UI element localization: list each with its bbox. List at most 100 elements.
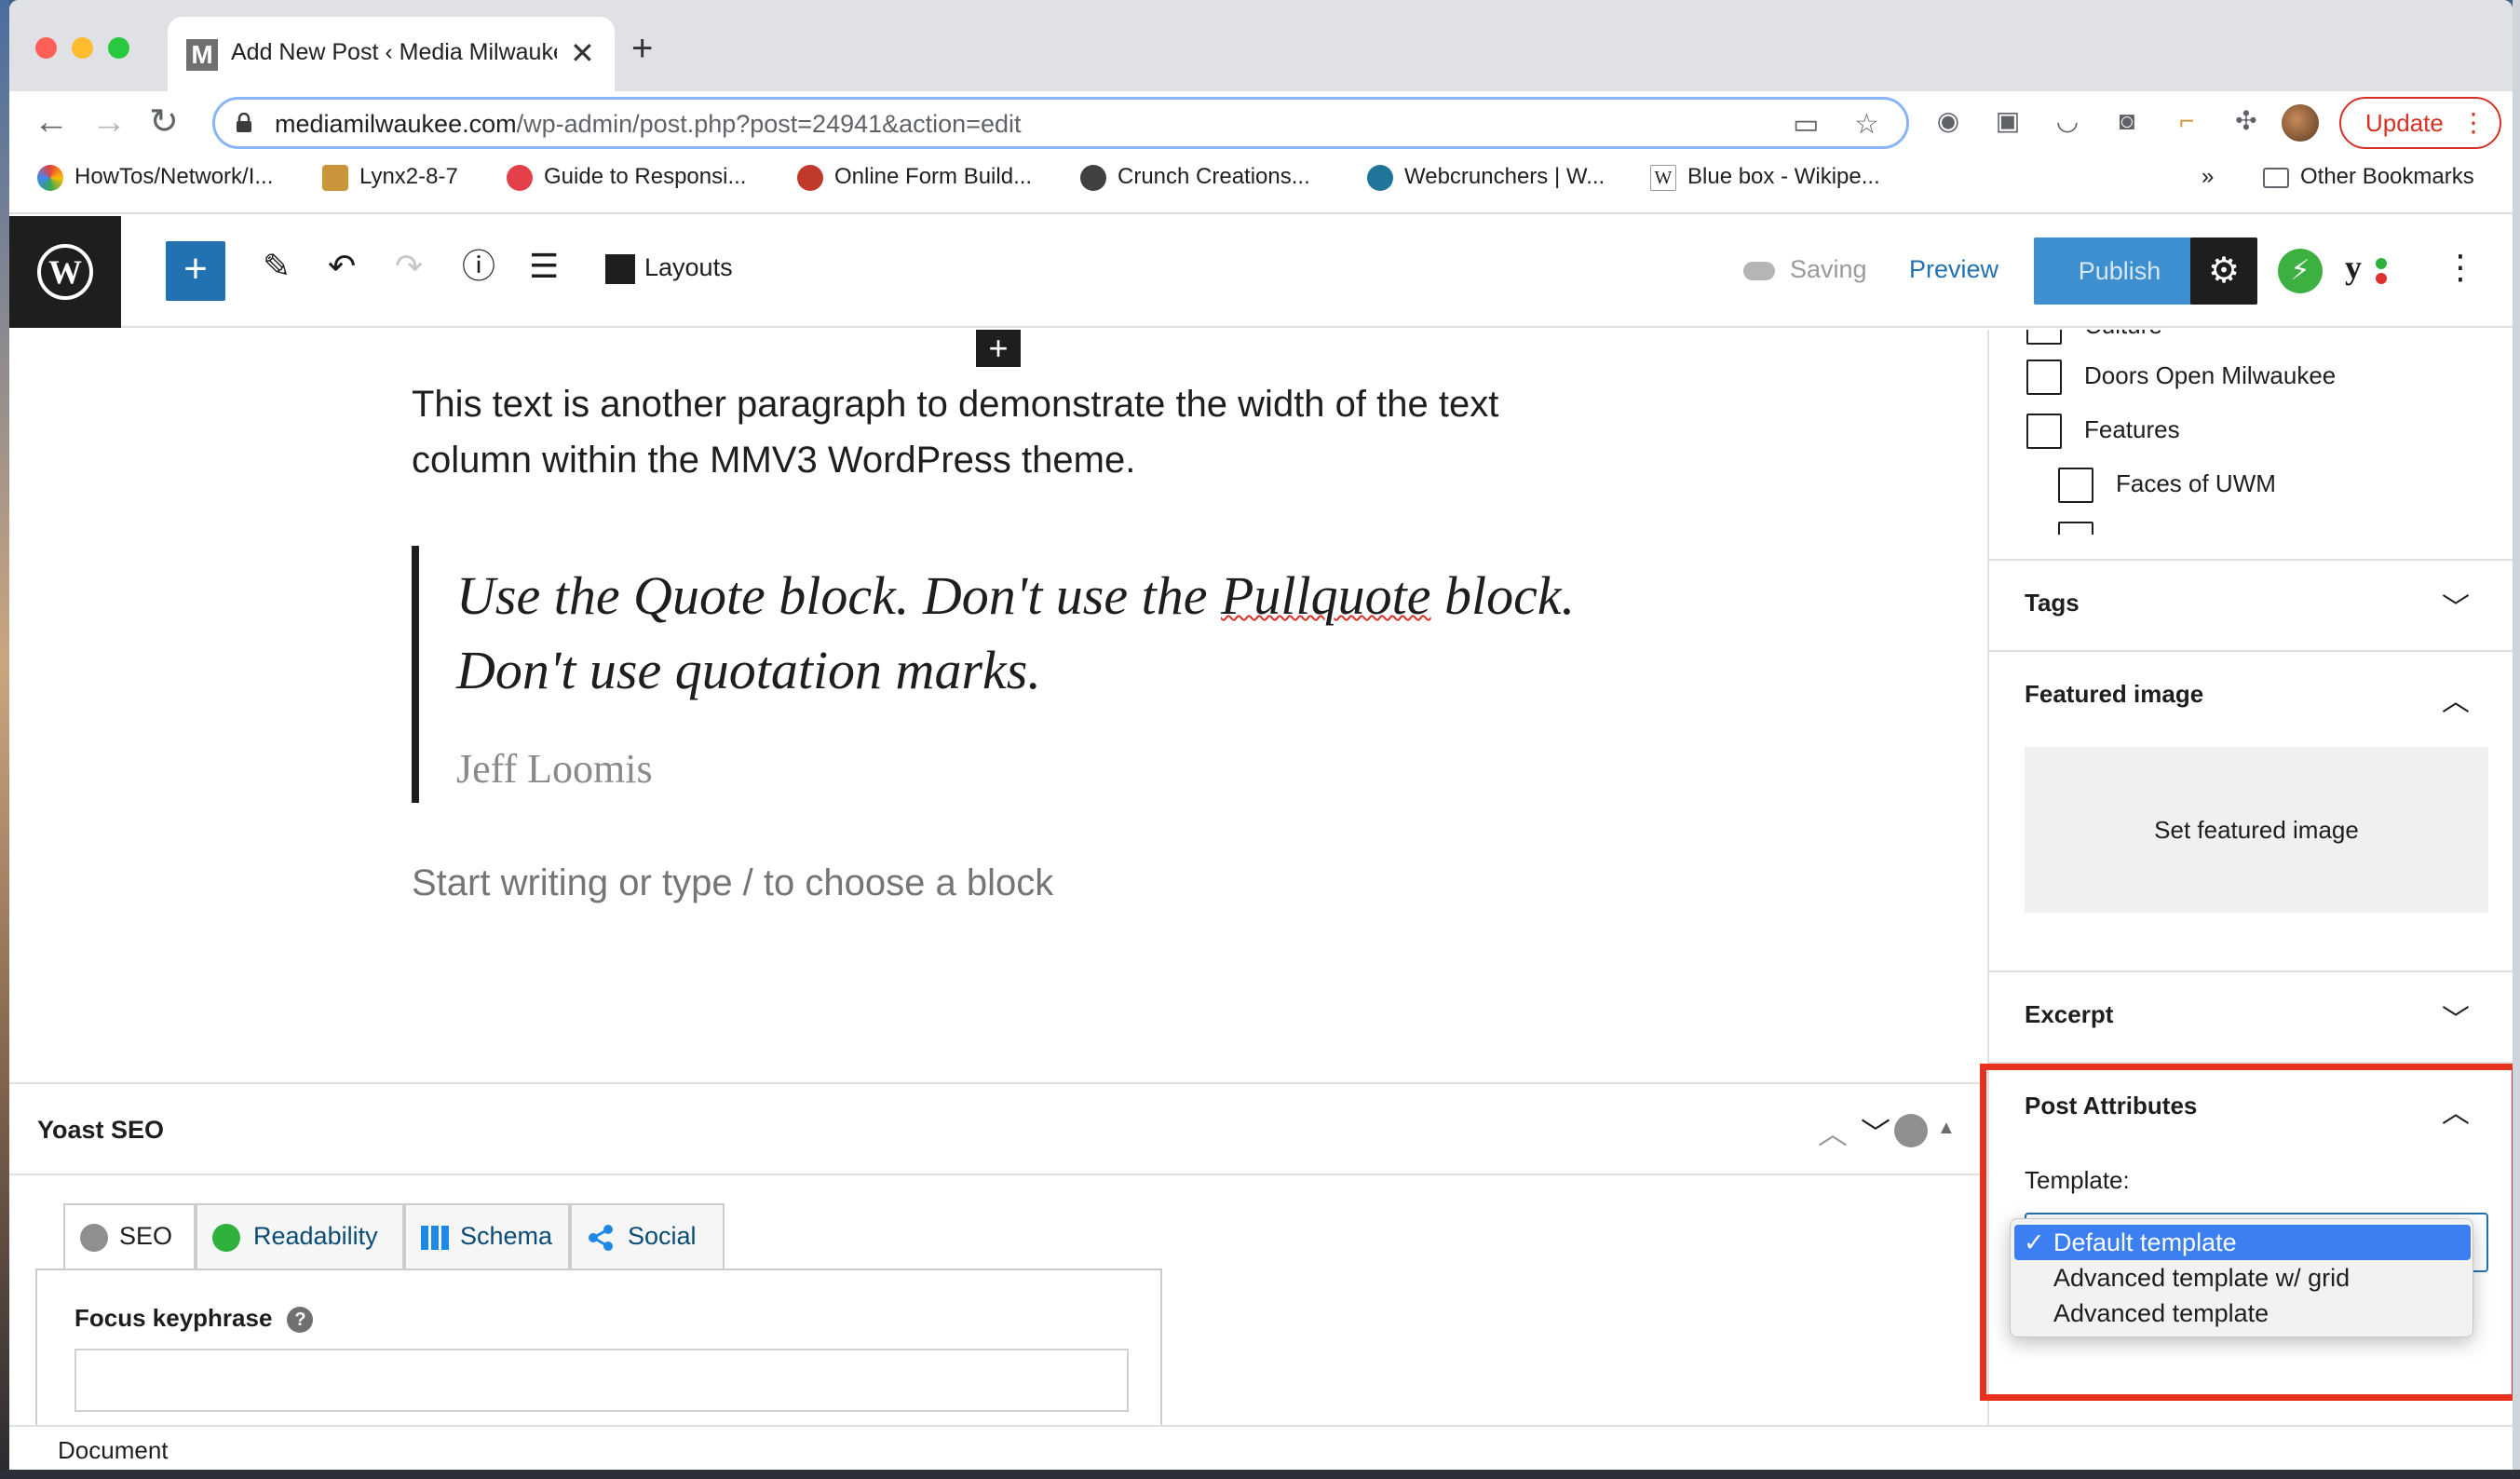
category-checkbox-features[interactable]: Features (2026, 414, 2180, 449)
panel-title-tags: Tags (2025, 589, 2080, 617)
url-text: mediamilwaukee.com/wp-admin/post.php?pos… (275, 110, 1022, 139)
tab-social[interactable]: Social (570, 1203, 725, 1269)
chevron-up-icon[interactable]: ︿ (2442, 678, 2470, 719)
back-arrow-icon[interactable]: ← (34, 104, 69, 140)
tab-schema[interactable]: Schema (404, 1203, 570, 1269)
bookmark-item[interactable]: Online Form Build... (797, 164, 1032, 191)
inline-inserter-button[interactable]: + (976, 330, 1021, 367)
tab-close-icon[interactable]: ✕ (570, 35, 595, 71)
bookmark-label: Crunch Creations... (1118, 164, 1310, 189)
yoast-seo-metabox: Yoast SEO ︿ ﹀ ▲ SEO Readability Schema S… (9, 1082, 1987, 1438)
panda-extension-icon[interactable]: ◉ (1933, 106, 1963, 136)
seo-score-icon (1894, 1114, 1928, 1147)
bookmark-star-icon[interactable]: ☆ (1854, 108, 1879, 141)
preview-button[interactable]: Preview (1909, 255, 1998, 284)
yoast-logo-icon[interactable]: y (2345, 248, 2362, 287)
breadcrumb-document[interactable]: Document (58, 1436, 169, 1465)
tab-readability[interactable]: Readability (196, 1203, 404, 1269)
checkbox[interactable] (2026, 360, 2062, 395)
tab-seo[interactable]: SEO (63, 1203, 196, 1270)
form-icon (797, 164, 823, 191)
other-bookmarks-label: Other Bookmarks (2300, 164, 2474, 189)
maximize-window-button[interactable] (108, 37, 129, 59)
block-placeholder[interactable]: Start writing or type / to choose a bloc… (412, 862, 1053, 904)
forward-arrow-icon[interactable]: → (91, 104, 127, 140)
grid-icon (421, 1225, 449, 1250)
update-label: Update (2365, 109, 2444, 137)
chevron-down-icon: ﹀ (2442, 593, 2470, 624)
bookmark-item[interactable]: W Blue box - Wikipe... (1650, 164, 1880, 191)
focus-keyphrase-label: Focus keyphrase? (75, 1304, 314, 1334)
bookmark-item[interactable]: Crunch Creations... (1080, 164, 1310, 191)
desktop-background-right (2513, 0, 2520, 1479)
list-view-icon[interactable]: ☰ (529, 250, 559, 283)
panel-excerpt[interactable]: Excerpt ﹀ (1989, 970, 2513, 1062)
info-icon[interactable]: ⓘ (462, 250, 495, 283)
help-question-icon[interactable]: ? (287, 1307, 314, 1334)
set-featured-image-button[interactable]: Set featured image (2025, 747, 2488, 913)
bookmark-label: Lynx2-8-7 (359, 164, 458, 189)
category-checkbox-partial[interactable] (2058, 522, 2116, 535)
checkbox[interactable] (2026, 414, 2062, 449)
checkbox[interactable] (2058, 468, 2093, 503)
cloud-icon (1743, 261, 1775, 280)
checkbox[interactable] (2026, 330, 2062, 345)
quote-block[interactable]: Use the Quote block. Don't use the Pullq… (412, 546, 1622, 803)
category-checkbox-culture[interactable]: Culture (2026, 330, 2162, 345)
new-tab-button[interactable]: + (631, 30, 653, 67)
undo-icon[interactable]: ↶ (328, 250, 356, 283)
folder-icon (2263, 167, 2289, 188)
chevron-down-icon[interactable]: ﹀ (1861, 1110, 1890, 1153)
profile-avatar[interactable] (2282, 104, 2319, 142)
briefcase-extension-icon[interactable]: ▣ (1993, 106, 2023, 136)
kebab-menu-icon: ⋮ (2460, 108, 2486, 137)
extensions-puzzle-icon[interactable]: ✣ (2231, 106, 2261, 136)
browser-update-button[interactable]: Update ⋮ (2339, 97, 2501, 149)
minimize-window-button[interactable] (72, 37, 93, 59)
share-icon (589, 1224, 613, 1251)
category-label: Faces of UWM (2116, 468, 2276, 497)
category-checkbox-doors-open[interactable]: Doors Open Milwaukee (2026, 360, 2336, 395)
cast-icon[interactable]: ▭ (1793, 108, 1819, 141)
other-bookmarks[interactable]: Other Bookmarks (2263, 164, 2474, 190)
tab-strip: M Add New Post ‹ Media Milwaukee ✕ + (9, 0, 2513, 91)
panel-title-featured-image[interactable]: Featured image (2025, 680, 2203, 709)
jetpack-bolt-icon[interactable]: ⚡ (2278, 249, 2323, 293)
collapse-triangle-icon[interactable]: ▲ (1937, 1118, 1956, 1139)
bookmarks-overflow-icon[interactable]: » (2202, 164, 2214, 190)
bookmark-item[interactable]: Guide to Responsi... (507, 164, 746, 191)
bookmark-label: Guide to Responsi... (544, 164, 747, 189)
address-bar[interactable]: mediamilwaukee.com/wp-admin/post.php?pos… (212, 97, 1909, 149)
block-inserter-button[interactable]: + (166, 241, 225, 301)
quote-text-part: Use the Quote block. Don't use the (456, 565, 1221, 626)
yoast-seo-tab-panel: Focus keyphrase? (35, 1269, 1162, 1438)
redo-icon[interactable]: ↷ (395, 250, 423, 283)
ruler-extension-icon[interactable]: ⌐ (2172, 106, 2202, 136)
editor-header: W + ✎ ↶ ↷ ⓘ ☰ Layouts Saving Preview Pub… (9, 216, 2513, 328)
quote-citation[interactable]: Jeff Loomis (456, 745, 1622, 793)
close-window-button[interactable] (35, 37, 57, 59)
settings-gear-icon[interactable]: ⚙ (2190, 237, 2257, 305)
quote-text[interactable]: Use the Quote block. Don't use the Pullq… (456, 559, 1622, 708)
checkbox[interactable] (2058, 522, 2093, 535)
wordpress-logo-button[interactable]: W (9, 216, 121, 328)
panel-title-excerpt: Excerpt (2025, 1000, 2114, 1028)
publish-button[interactable]: Publish (2034, 237, 2205, 305)
bookmark-item[interactable]: HowTos/Network/I... (37, 164, 273, 191)
camera-extension-icon[interactable]: ◙ (2112, 106, 2142, 136)
category-checkbox-faces-of-uwm[interactable]: Faces of UWM (2058, 468, 2276, 503)
bookmark-item[interactable]: Webcrunchers | W... (1367, 164, 1605, 191)
focus-keyphrase-input[interactable] (75, 1349, 1129, 1412)
browser-tab-active[interactable]: M Add New Post ‹ Media Milwaukee ✕ (168, 17, 615, 91)
pocket-extension-icon[interactable]: ◡ (2053, 106, 2082, 136)
panel-tags[interactable]: Tags ﹀ (1989, 559, 2513, 650)
chevron-up-icon[interactable]: ︿ (1818, 1110, 1848, 1153)
more-options-icon[interactable]: ⋮ (2444, 248, 2477, 287)
bookmark-item[interactable]: Lynx2-8-7 (322, 164, 458, 191)
pencil-tools-icon[interactable]: ✎ (263, 250, 291, 283)
layouts-button[interactable]: Layouts (605, 253, 733, 284)
layouts-label: Layouts (644, 253, 733, 281)
paragraph-block[interactable]: This text is another paragraph to demons… (412, 376, 1622, 488)
focus-keyphrase-text: Focus keyphrase (75, 1304, 273, 1332)
reload-icon[interactable]: ↻ (149, 104, 179, 140)
